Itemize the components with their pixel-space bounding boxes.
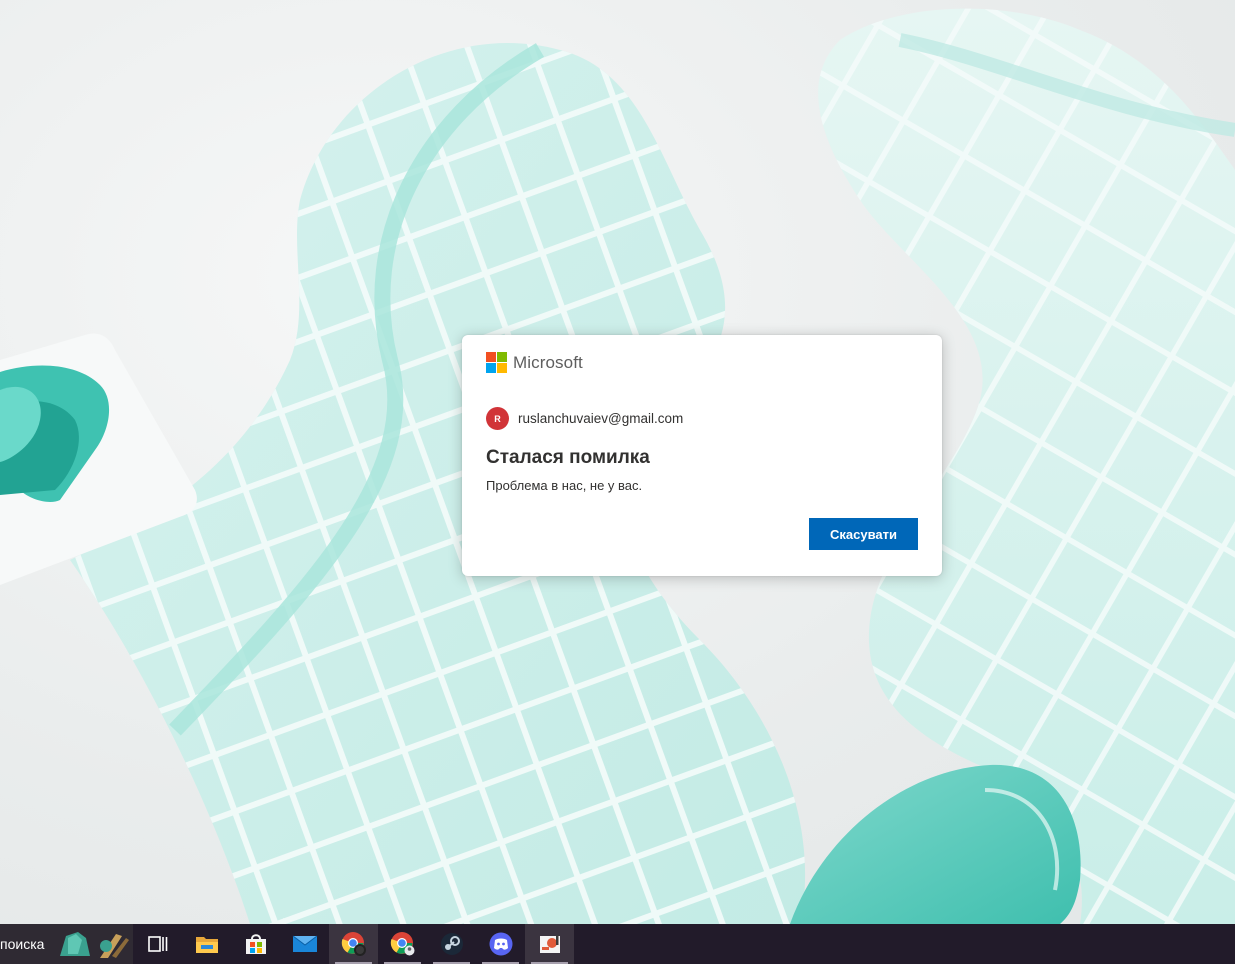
taskbar: поиска	[0, 924, 1235, 964]
cancel-button[interactable]: Скасувати	[809, 518, 918, 550]
chrome-button[interactable]	[378, 924, 427, 964]
paint-app-button[interactable]	[525, 924, 574, 964]
paint-app-icon	[539, 935, 560, 953]
taskbar-search-box[interactable]: поиска	[0, 924, 133, 964]
error-description: Проблема в нас, не у вас.	[486, 478, 643, 493]
discord-icon	[489, 932, 512, 956]
microsoft-error-dialog: Microsoft R ruslanchuvaiev@gmail.com Ста…	[462, 335, 942, 576]
task-view-button[interactable]	[133, 924, 182, 964]
avatar: R	[486, 407, 509, 430]
mail-button[interactable]	[280, 924, 329, 964]
mail-icon	[292, 935, 317, 952]
discord-button[interactable]	[476, 924, 525, 964]
error-title: Сталася помилка	[486, 447, 650, 468]
search-highlight-icon	[60, 932, 129, 958]
account-email: ruslanchuvaiev@gmail.com	[518, 411, 684, 426]
microsoft-brand: Microsoft	[486, 352, 583, 373]
file-explorer-icon	[195, 937, 218, 953]
account-identity: R ruslanchuvaiev@gmail.com	[486, 407, 683, 430]
microsoft-logo-icon	[486, 352, 507, 373]
steam-button[interactable]	[427, 924, 476, 964]
search-placeholder: поиска	[0, 936, 45, 952]
chrome-profile-icon	[341, 932, 366, 956]
brand-name: Microsoft	[513, 352, 583, 372]
microsoft-store-button[interactable]	[231, 924, 280, 964]
microsoft-store-icon	[245, 934, 266, 954]
chrome-profile-button[interactable]	[329, 924, 378, 964]
steam-icon	[440, 933, 463, 955]
chrome-icon	[390, 932, 414, 956]
file-explorer-button[interactable]	[182, 924, 231, 964]
task-view-icon	[147, 936, 167, 952]
